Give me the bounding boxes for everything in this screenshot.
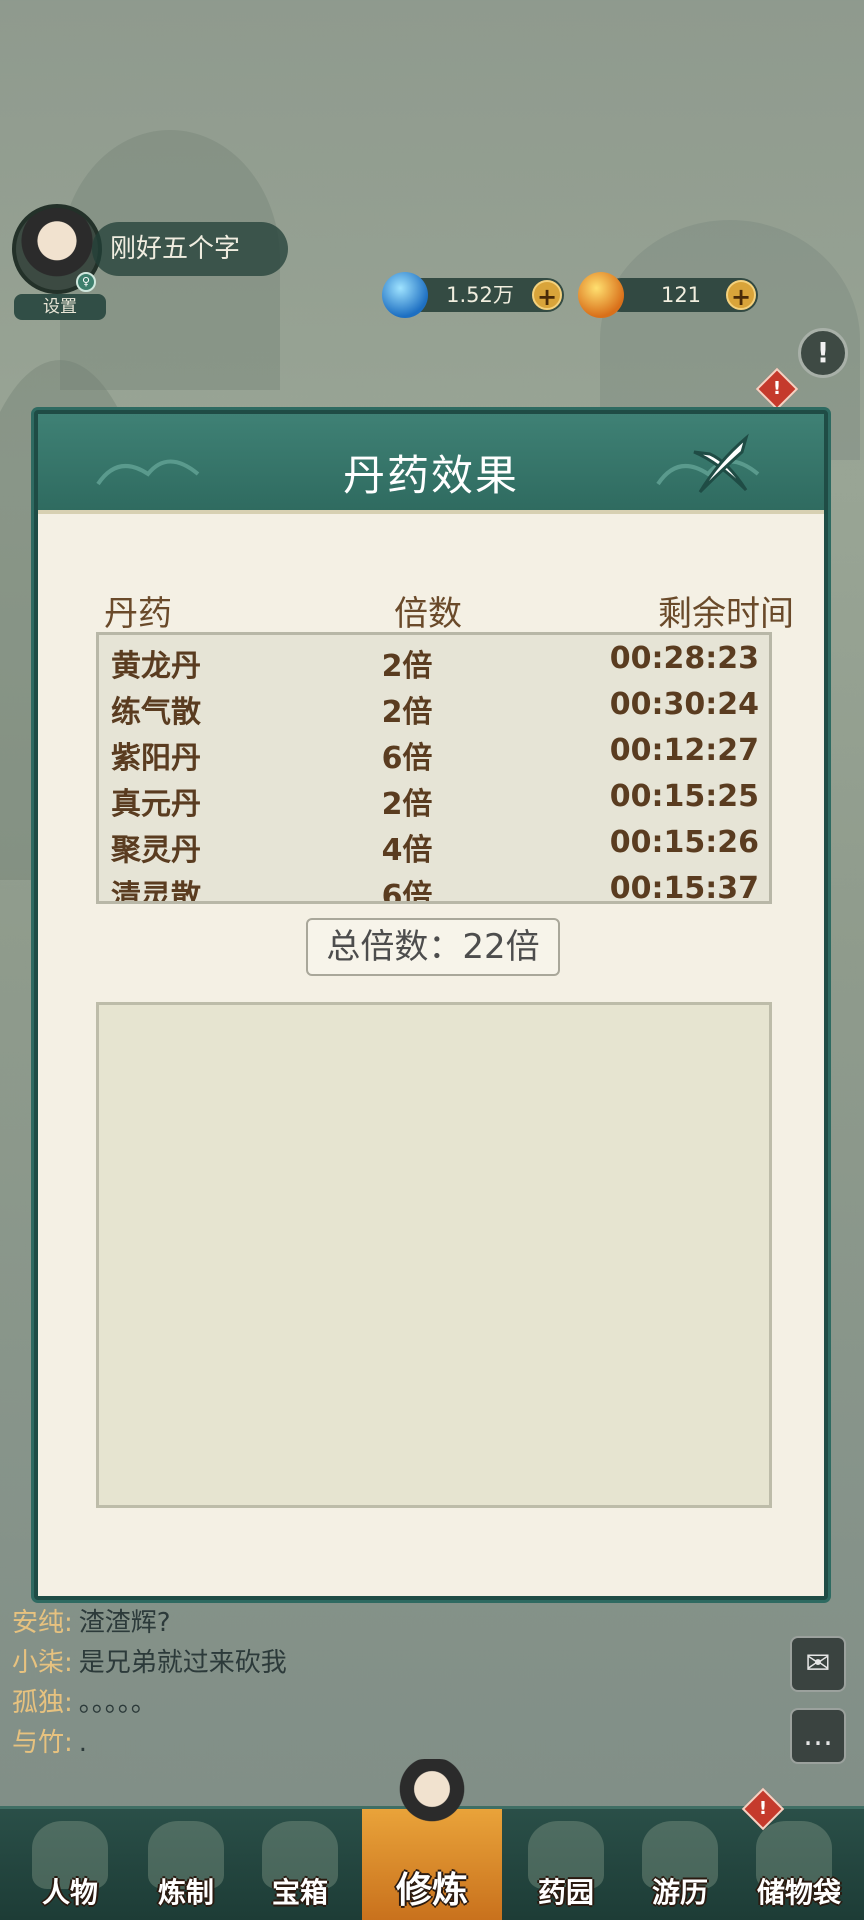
- pill-remaining-time: 00:28:23: [609, 641, 759, 676]
- chat-message: 与竹:.: [12, 1722, 87, 1759]
- pill-name: 聚灵丹: [111, 833, 201, 868]
- mail-icon[interactable]: ✉: [790, 1636, 846, 1692]
- cultivate-icon: [394, 1759, 470, 1859]
- column-header-multiplier: 倍数: [394, 594, 462, 634]
- chat-sender: 小柒:: [12, 1648, 73, 1678]
- table-row: 清灵散 6倍 00:15:37: [99, 867, 769, 904]
- chat-sender: 安纯:: [12, 1608, 73, 1638]
- nav-item-travel[interactable]: 游历: [620, 1809, 740, 1920]
- nav-label: 药园: [537, 1876, 594, 1909]
- chat-text: 渣渣辉?: [78, 1608, 171, 1638]
- pill-effects-dialog: 丹药效果 丹药 倍数 剩余时间 黄龙丹 2倍 00:28:23 练气散 2倍 0…: [34, 410, 828, 1600]
- pill-multiplier: 4倍: [381, 833, 433, 868]
- close-icon: [693, 433, 749, 494]
- chat-text: 。。。。。: [78, 1688, 157, 1718]
- nav-item-herb-garden[interactable]: 药园: [506, 1809, 626, 1920]
- chat-sender: 与竹:: [12, 1728, 73, 1758]
- table-row: 练气散 2倍 00:30:24: [99, 683, 769, 730]
- nav-item-storage-bag[interactable]: 储物袋: [734, 1809, 864, 1920]
- pill-remaining-time: 00:30:24: [609, 687, 759, 722]
- chat-text: .: [78, 1728, 88, 1758]
- add-gem-button[interactable]: +: [726, 280, 756, 311]
- pill-name: 紫阳丹: [111, 741, 201, 776]
- avatar-badge-icon: ♀: [76, 272, 96, 292]
- pill-name: 真元丹: [111, 787, 201, 822]
- pill-name: 清灵散: [111, 879, 201, 904]
- player-name: 刚好五个字: [92, 222, 288, 276]
- table-row: 紫阳丹 6倍 00:12:27: [99, 729, 769, 776]
- pill-multiplier: 2倍: [381, 649, 433, 684]
- notice-icon[interactable]: !: [798, 328, 848, 378]
- nav-label: 宝箱: [271, 1876, 328, 1909]
- nav-item-cultivate[interactable]: 修炼: [362, 1759, 502, 1920]
- dialog-header: 丹药效果: [38, 414, 824, 514]
- pill-multiplier: 6倍: [381, 879, 433, 904]
- pill-multiplier: 6倍: [381, 741, 433, 776]
- chat-sender: 孤独:: [12, 1688, 73, 1718]
- pill-remaining-time: 00:12:27: [609, 733, 759, 768]
- nav-label: 炼制: [157, 1876, 214, 1909]
- chat-message: 安纯: 渣渣辉?: [12, 1602, 171, 1639]
- pill-multiplier: 2倍: [381, 695, 433, 730]
- nav-label: 储物袋: [756, 1876, 841, 1909]
- pill-name: 练气散: [111, 695, 201, 730]
- pill-remaining-time: 00:15:37: [609, 871, 759, 904]
- add-spirit-stone-button[interactable]: +: [532, 280, 562, 311]
- nav-item-alchemy[interactable]: 炼制: [126, 1809, 246, 1920]
- column-header-remaining-time: 剩余时间: [658, 594, 794, 634]
- nav-item-treasure[interactable]: 宝箱: [240, 1809, 360, 1920]
- table-row: 真元丹 2倍 00:15:25: [99, 775, 769, 822]
- chat-bubble-icon[interactable]: …: [790, 1708, 846, 1764]
- bottom-navigation: 人物 炼制 宝箱 修炼 药园 游历 储物袋: [0, 1759, 864, 1920]
- close-button[interactable]: [688, 432, 754, 498]
- pill-remaining-time: 00:15:26: [609, 825, 759, 860]
- pill-remaining-time: 00:15:25: [609, 779, 759, 814]
- nav-label: 修炼: [395, 1870, 468, 1911]
- pill-name: 黄龙丹: [111, 649, 201, 684]
- nav-label: 游历: [651, 1876, 708, 1909]
- chat-text: 是兄弟就过来砍我: [78, 1648, 287, 1678]
- table-row: 黄龙丹 2倍 00:28:23: [99, 637, 769, 684]
- total-multiplier: 总倍数：22倍: [306, 918, 560, 976]
- settings-button[interactable]: 设置: [14, 294, 106, 320]
- chat-message: 小柒: 是兄弟就过来砍我: [12, 1642, 287, 1679]
- spirit-stone-icon: [382, 272, 428, 318]
- chat-message: 孤独:。。。。。: [12, 1682, 157, 1719]
- pill-multiplier: 2倍: [381, 787, 433, 822]
- gem-icon: [578, 272, 624, 318]
- nav-label: 人物: [41, 1876, 98, 1909]
- column-header-pill: 丹药: [104, 594, 172, 634]
- description-panel: [96, 1002, 772, 1508]
- table-row: 聚灵丹 4倍 00:15:26: [99, 821, 769, 868]
- nav-item-character[interactable]: 人物: [10, 1809, 130, 1920]
- pill-effects-list[interactable]: 黄龙丹 2倍 00:28:23 练气散 2倍 00:30:24 紫阳丹 6倍 0…: [96, 632, 772, 904]
